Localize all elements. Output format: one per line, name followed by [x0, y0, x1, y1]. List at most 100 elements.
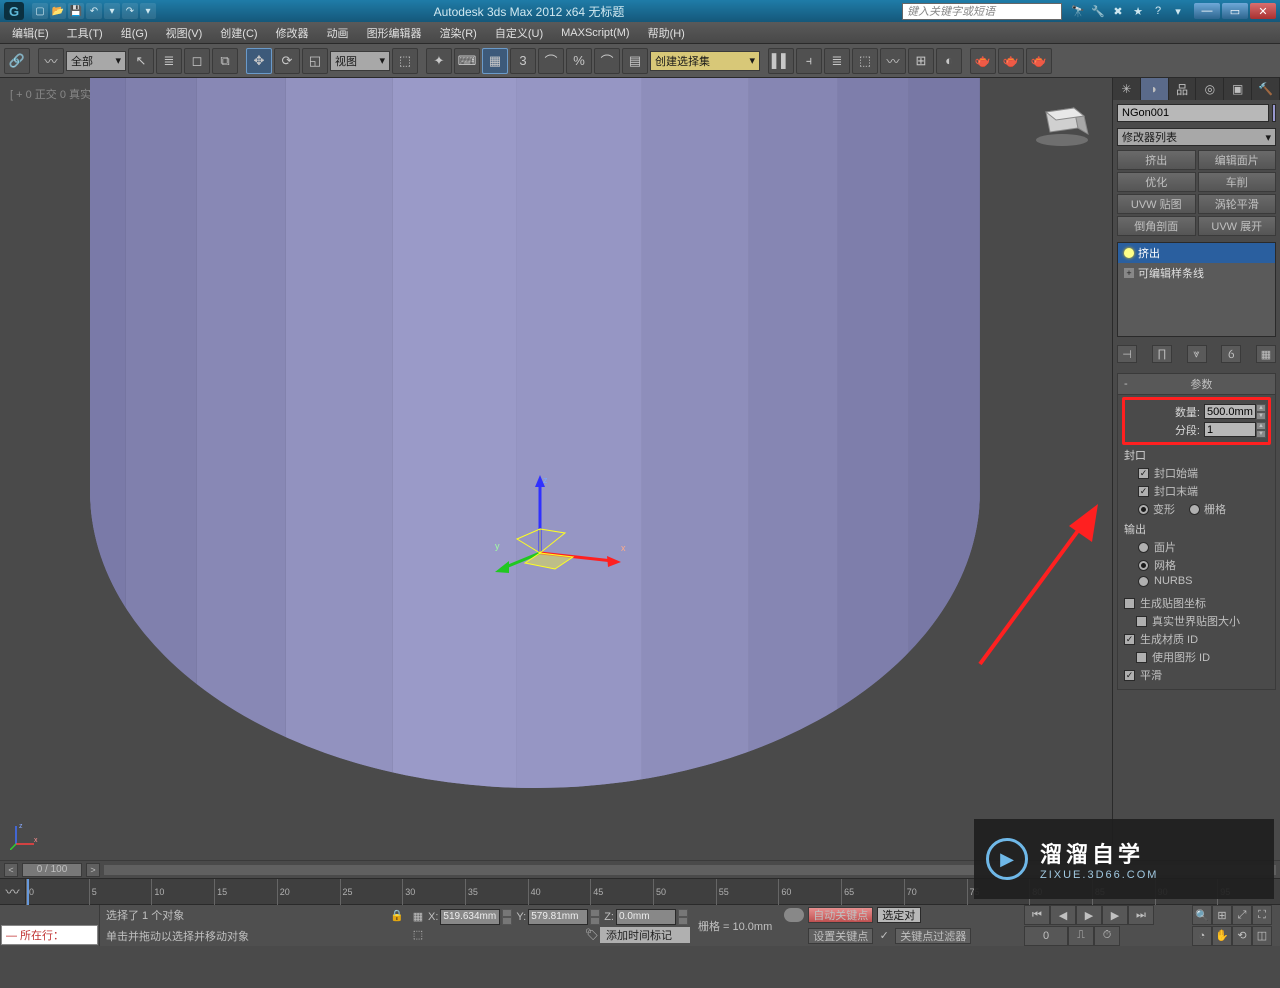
menu-modifiers[interactable]: 修改器 [268, 23, 317, 43]
render-production-icon[interactable]: 🫖 [1026, 48, 1052, 74]
menu-customize[interactable]: 自定义(U) [487, 23, 551, 43]
play-icon[interactable]: ▶ [1076, 905, 1102, 925]
transform-gizmo-icon[interactable]: z x y [495, 473, 635, 583]
schematic-view-icon[interactable]: ⊞ [908, 48, 934, 74]
make-unique-icon[interactable]: ⩔ [1187, 345, 1207, 363]
orbit-icon[interactable]: ⟲ [1232, 926, 1252, 946]
modbtn-optimize[interactable]: 优化 [1117, 172, 1196, 192]
modifier-list-dropdown[interactable]: 修改器列表▾ [1117, 128, 1276, 146]
redo-dropdown-icon[interactable]: ▾ [140, 3, 156, 19]
pan-icon[interactable]: ✋ [1212, 926, 1232, 946]
configure-sets-icon[interactable]: ▦ [1256, 345, 1276, 363]
rollout-header[interactable]: -参数 [1118, 374, 1275, 395]
tab-utilities-icon[interactable]: 🔨 [1252, 78, 1280, 100]
frame-input[interactable]: 0 [1024, 926, 1068, 946]
rendered-frame-icon[interactable]: 🫖 [998, 48, 1024, 74]
move-icon[interactable]: ✥ [246, 48, 272, 74]
favorites-icon[interactable]: ★ [1130, 3, 1146, 19]
minimize-button[interactable]: — [1194, 3, 1220, 19]
manipulate-icon[interactable]: ✦ [426, 48, 452, 74]
app-logo-icon[interactable]: G [4, 2, 24, 20]
modbtn-uvwmap[interactable]: UVW 贴图 [1117, 194, 1196, 214]
object-color-swatch[interactable] [1272, 104, 1276, 122]
frame-indicator[interactable]: 0 / 100 [22, 863, 82, 877]
next-frame-icon[interactable]: ▶ [1102, 905, 1128, 925]
amount-spinner[interactable]: ▲▼ [1204, 404, 1266, 420]
key-icon[interactable] [784, 908, 804, 922]
gen-matid-checkbox[interactable]: ✓ [1124, 634, 1135, 645]
undo-icon[interactable]: ↶ [86, 3, 102, 19]
modbtn-turbosmooth[interactable]: 涡轮平滑 [1198, 194, 1277, 214]
help-search-input[interactable]: 键入关键字或短语 [902, 3, 1062, 20]
grid-radio[interactable] [1189, 504, 1200, 515]
pin-stack-icon[interactable]: ⊣ [1117, 345, 1137, 363]
y-input[interactable] [528, 909, 588, 925]
goto-end-icon[interactable]: ⏭ [1128, 905, 1154, 925]
goto-start-icon[interactable]: ⏮ [1024, 905, 1050, 925]
menu-create[interactable]: 创建(C) [212, 23, 265, 43]
tab-create-icon[interactable]: ✳ [1113, 78, 1141, 100]
select-object-icon[interactable]: ↖ [128, 48, 154, 74]
percent-snap-icon[interactable]: ⌒ [538, 48, 564, 74]
layers-icon[interactable]: ≣ [824, 48, 850, 74]
maximize-button[interactable]: ▭ [1222, 3, 1248, 19]
mirror-icon[interactable]: ▌▌ [768, 48, 794, 74]
help-icon[interactable]: ? [1150, 3, 1166, 19]
isolate-icon[interactable]: ⬚ [410, 927, 426, 943]
link-icon[interactable]: 🔗 [4, 48, 30, 74]
tab-modify-icon[interactable]: ◗ [1141, 78, 1169, 100]
scale-icon[interactable]: ◱ [302, 48, 328, 74]
zoom-extents-icon[interactable]: ⤢ [1232, 905, 1252, 925]
abs-rel-icon[interactable]: ▦ [410, 909, 426, 925]
zoom-icon[interactable]: 🔍 [1192, 905, 1212, 925]
new-icon[interactable]: ▢ [32, 3, 48, 19]
z-input[interactable] [616, 909, 676, 925]
expand-icon[interactable]: + [1124, 268, 1134, 278]
graphite-tools-icon[interactable]: ⬚ [852, 48, 878, 74]
redo-icon[interactable]: ↷ [122, 3, 138, 19]
menu-grapheditors[interactable]: 图形编辑器 [359, 23, 430, 43]
mesh-radio[interactable] [1138, 560, 1149, 571]
timeslider-next-icon[interactable]: > [86, 863, 100, 877]
prev-frame-icon[interactable]: ◀ [1050, 905, 1076, 925]
cap-end-checkbox[interactable]: ✓ [1138, 486, 1149, 497]
lock-selection-icon[interactable]: 🔒 [390, 908, 404, 922]
align-icon[interactable]: ⫞ [796, 48, 822, 74]
tab-motion-icon[interactable]: ◎ [1196, 78, 1224, 100]
maximize-viewport-icon[interactable]: ◫ [1252, 926, 1272, 946]
open-icon[interactable]: 📂 [50, 3, 66, 19]
nurbs-radio[interactable] [1138, 576, 1149, 587]
edit-named-sel-icon[interactable]: ⌒ [594, 48, 620, 74]
keymode-dropdown[interactable]: 选定对 [877, 907, 921, 923]
selection-filter-dropdown[interactable]: 全部▾ [66, 51, 126, 71]
comm-center-icon[interactable]: 🔧 [1090, 3, 1106, 19]
key-dropdown-icon[interactable]: ✓ [877, 929, 891, 942]
menu-help[interactable]: 帮助(H) [640, 23, 693, 43]
real-world-checkbox[interactable] [1136, 616, 1147, 627]
close-button[interactable]: ✕ [1250, 3, 1276, 19]
window-crossing-icon[interactable]: ⧉ [212, 48, 238, 74]
named-selection-dropdown[interactable]: 创建选择集▾ [650, 51, 760, 71]
use-shapeid-checkbox[interactable] [1136, 652, 1147, 663]
menu-group[interactable]: 组(G) [113, 23, 156, 43]
rotate-icon[interactable]: ⟳ [274, 48, 300, 74]
help-dropdown-icon[interactable]: ▾ [1170, 3, 1186, 19]
timeslider-prev-icon[interactable]: < [4, 863, 18, 877]
modbtn-uvwunwrap[interactable]: UVW 展开 [1198, 216, 1277, 236]
segments-spinner[interactable]: ▲▼ [1204, 422, 1266, 438]
lightbulb-icon[interactable] [1124, 248, 1134, 258]
time-tag-input[interactable]: 添加时间标记 [600, 927, 690, 943]
unlink-icon[interactable]: 〰 [38, 48, 64, 74]
menu-maxscript[interactable]: MAXScript(M) [553, 25, 637, 41]
angle-snap-icon[interactable]: 3 [510, 48, 536, 74]
zoom-all-icon[interactable]: ⊞ [1212, 905, 1232, 925]
trackbar-curve-icon[interactable]: 〰 [0, 879, 26, 905]
patch-radio[interactable] [1138, 542, 1149, 553]
object-name-input[interactable] [1117, 104, 1269, 122]
curve-editor-icon[interactable]: 〰 [880, 48, 906, 74]
remove-modifier-icon[interactable]: ỽ [1221, 345, 1241, 363]
spinner-snap-icon[interactable]: % [566, 48, 592, 74]
autokey-button[interactable]: 自动关键点 [808, 907, 873, 923]
modifier-stack[interactable]: 挤出 +可编辑样条线 [1117, 242, 1276, 337]
smooth-checkbox[interactable]: ✓ [1124, 670, 1135, 681]
